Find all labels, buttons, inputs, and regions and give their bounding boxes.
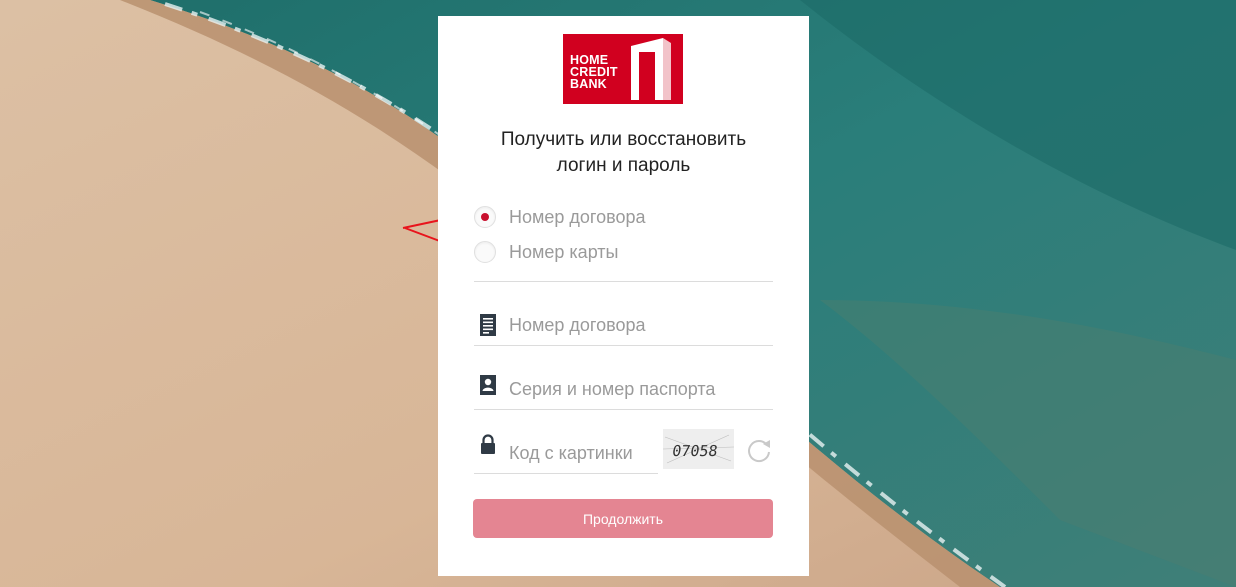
page-heading: Получить или восстановить логин и пароль	[438, 127, 809, 179]
radio-card-number[interactable]: Номер карты	[474, 239, 619, 265]
heading-line-2: логин и пароль	[556, 155, 691, 176]
building-icon	[631, 38, 671, 100]
lock-icon	[481, 434, 495, 454]
person-icon	[480, 375, 496, 395]
radio-label-contract: Номер договора	[509, 206, 646, 227]
heading-line-1: Получить или восстановить	[500, 129, 747, 150]
radio-button[interactable]	[474, 241, 496, 263]
contract-number-field	[474, 306, 773, 346]
divider	[474, 281, 773, 282]
login-card: HOME CREDIT BANK Получить или восстанови…	[438, 16, 809, 576]
radio-button-selected[interactable]	[474, 206, 496, 228]
passport-field	[474, 370, 773, 410]
captcha-image: 07058	[662, 429, 735, 469]
captcha-field	[474, 434, 658, 474]
radio-contract-number[interactable]: Номер договора	[474, 204, 646, 230]
captcha-code: 07058	[671, 442, 719, 460]
passport-input[interactable]	[509, 374, 764, 404]
logo-line-bank: BANK	[570, 77, 607, 91]
contract-number-input[interactable]	[509, 310, 764, 340]
radio-label-card: Номер карты	[509, 241, 619, 262]
home-credit-logo: HOME CREDIT BANK	[563, 34, 683, 104]
document-icon	[480, 314, 496, 336]
refresh-icon[interactable]	[745, 436, 773, 464]
captcha-input[interactable]	[509, 438, 654, 468]
continue-button[interactable]: Продолжить	[473, 499, 773, 538]
